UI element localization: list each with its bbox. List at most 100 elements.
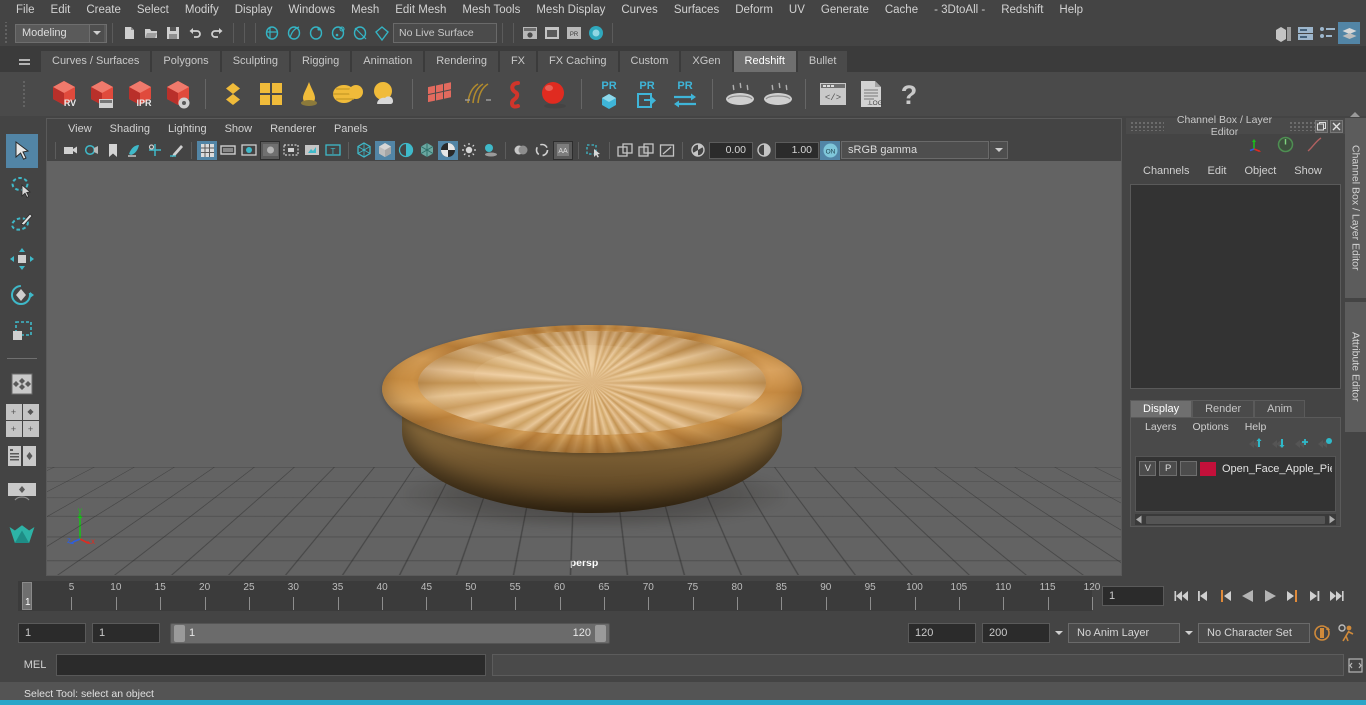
menu-edit-mesh[interactable]: Edit Mesh <box>387 0 454 20</box>
snap-to-curve-icon[interactable] <box>283 22 305 44</box>
shelf-menu-icon[interactable] <box>16 54 32 70</box>
grid-toggle-icon[interactable] <box>197 140 217 160</box>
safe-title-icon[interactable]: T <box>323 141 343 160</box>
menu-display[interactable]: Display <box>227 0 281 20</box>
shelf-tab-fx[interactable]: FX <box>498 50 538 72</box>
shelf-tab-animation[interactable]: Animation <box>351 50 425 72</box>
hypershade-icon[interactable] <box>585 22 607 44</box>
menu-set-dropdown[interactable]: Modeling <box>15 23 107 43</box>
go-to-end-icon[interactable] <box>1326 586 1345 606</box>
redshift-render-settings-icon[interactable] <box>160 75 196 113</box>
menu-generate[interactable]: Generate <box>813 0 877 20</box>
menu-surfaces[interactable]: Surfaces <box>666 0 727 20</box>
channel-menu-object[interactable]: Object <box>1235 165 1285 177</box>
save-scene-icon[interactable] <box>162 22 184 44</box>
status-line-grip[interactable] <box>2 22 12 44</box>
redshift-bake-set-icon[interactable] <box>760 75 796 113</box>
character-set-dropdown[interactable]: No Character Set <box>1198 623 1310 643</box>
chevron-down-icon[interactable] <box>89 24 104 42</box>
auto-keyframe-icon[interactable] <box>1310 622 1334 644</box>
ipr-render-icon[interactable] <box>541 22 563 44</box>
scale-tool[interactable] <box>6 314 38 348</box>
live-surface-field[interactable]: No Live Surface <box>393 23 497 43</box>
mel-command-input[interactable] <box>56 654 486 676</box>
viewport-menu-lighting[interactable]: Lighting <box>159 123 216 135</box>
gamma-value-field[interactable]: 1.00 <box>775 141 819 159</box>
scroll-left-icon[interactable] <box>1135 511 1144 529</box>
redshift-proxy-icon[interactable] <box>422 75 458 113</box>
camera-attributes-icon[interactable] <box>82 141 102 160</box>
redshift-pr-transfer-icon[interactable]: PR <box>667 75 703 113</box>
close-icon[interactable] <box>1330 119 1343 133</box>
time-slider[interactable]: 5 10 15 20 25 30 35 40 45 50 55 60 65 70 75 80 85 90 95 100… <box>18 581 1100 611</box>
layer-visibility-toggle[interactable]: V <box>1139 461 1157 476</box>
move-tool[interactable] <box>6 242 38 276</box>
screen-space-ambient-occlusion-icon[interactable] <box>511 141 531 160</box>
field-chart-icon[interactable] <box>281 141 301 160</box>
xray-joints-icon[interactable] <box>636 141 656 160</box>
perspective-viewport[interactable]: y x z persp <box>47 161 1121 575</box>
chevron-down-icon[interactable] <box>1050 623 1068 643</box>
range-slider-track[interactable]: 1 120 <box>170 622 610 644</box>
redshift-dome-light-icon[interactable] <box>329 75 365 113</box>
redshift-ies-light-icon[interactable] <box>291 75 327 113</box>
apple-pie-3d-object[interactable] <box>344 253 834 533</box>
move-layer-down-icon[interactable] <box>1271 436 1286 454</box>
paint-select-tool[interactable] <box>6 206 38 240</box>
vertical-tab-channel-box[interactable]: Channel Box / Layer Editor <box>1345 118 1366 298</box>
snap-to-view-plane-icon[interactable] <box>349 22 371 44</box>
layer-color-swatch[interactable] <box>1200 461 1216 476</box>
viewport-menu-show[interactable]: Show <box>216 123 262 135</box>
chevron-up-icon[interactable] <box>1350 112 1360 117</box>
xray-active-components-icon[interactable] <box>657 141 677 160</box>
bookmark-icon[interactable] <box>103 141 123 160</box>
script-editor-icon[interactable] <box>1344 657 1366 673</box>
menu-deform[interactable]: Deform <box>727 0 781 20</box>
multisample-anti-aliasing-icon[interactable]: AA <box>553 140 573 160</box>
select-tool[interactable] <box>6 134 38 168</box>
film-gate-icon[interactable] <box>218 141 238 160</box>
redshift-script-editor-icon[interactable]: </> <box>815 75 851 113</box>
menu-help[interactable]: Help <box>1051 0 1091 20</box>
shade-selected-items-icon[interactable] <box>396 141 416 160</box>
menu-3dtoall[interactable]: - 3DtoAll - <box>926 0 993 20</box>
viewport-menu-shading[interactable]: Shading <box>101 123 159 135</box>
snap-to-grid-icon[interactable] <box>261 22 283 44</box>
mel-result-output[interactable] <box>492 654 1344 676</box>
viewport-menu-renderer[interactable]: Renderer <box>261 123 325 135</box>
menu-edit[interactable]: Edit <box>43 0 79 20</box>
menu-uv[interactable]: UV <box>781 0 813 20</box>
redshift-pr-export-icon[interactable]: PR <box>629 75 665 113</box>
chevron-down-icon[interactable] <box>1180 623 1198 643</box>
smooth-shade-all-icon[interactable] <box>375 140 395 160</box>
mel-language-label[interactable]: MEL <box>14 659 56 671</box>
step-forward-frame-icon[interactable] <box>1304 586 1323 606</box>
menu-redshift[interactable]: Redshift <box>993 0 1051 20</box>
layer-menu-layers[interactable]: Layers <box>1137 421 1185 433</box>
layer-menu-help[interactable]: Help <box>1237 421 1275 433</box>
exposure-icon[interactable] <box>688 141 708 160</box>
channel-menu-show[interactable]: Show <box>1285 165 1331 177</box>
tab-display[interactable]: Display <box>1130 400 1193 417</box>
redshift-help-icon[interactable]: ? <box>891 75 927 113</box>
gate-mask-icon[interactable] <box>260 140 280 160</box>
axis-display-icon[interactable] <box>1248 137 1265 157</box>
last-tool-used[interactable] <box>6 367 38 401</box>
gamma-icon[interactable] <box>754 141 774 160</box>
rotate-tool[interactable] <box>6 278 38 312</box>
menu-file[interactable]: File <box>8 0 43 20</box>
isolate-select-icon[interactable] <box>584 141 604 160</box>
scroll-track[interactable] <box>1146 515 1325 524</box>
make-live-icon[interactable] <box>371 22 393 44</box>
go-to-start-icon[interactable] <box>1172 586 1191 606</box>
menu-mesh[interactable]: Mesh <box>343 0 387 20</box>
panel-grip[interactable] <box>1289 121 1315 131</box>
shelf-tab-polygons[interactable]: Polygons <box>151 50 221 72</box>
menu-mesh-display[interactable]: Mesh Display <box>528 0 613 20</box>
channel-menu-edit[interactable]: Edit <box>1198 165 1235 177</box>
anim-curve-icon[interactable] <box>1306 136 1323 158</box>
color-management-dropdown[interactable]: sRGB gamma <box>841 141 989 159</box>
scroll-right-icon[interactable] <box>1327 511 1336 529</box>
shelf-tab-rigging[interactable]: Rigging <box>289 50 352 72</box>
play-backwards-icon[interactable] <box>1238 586 1257 606</box>
